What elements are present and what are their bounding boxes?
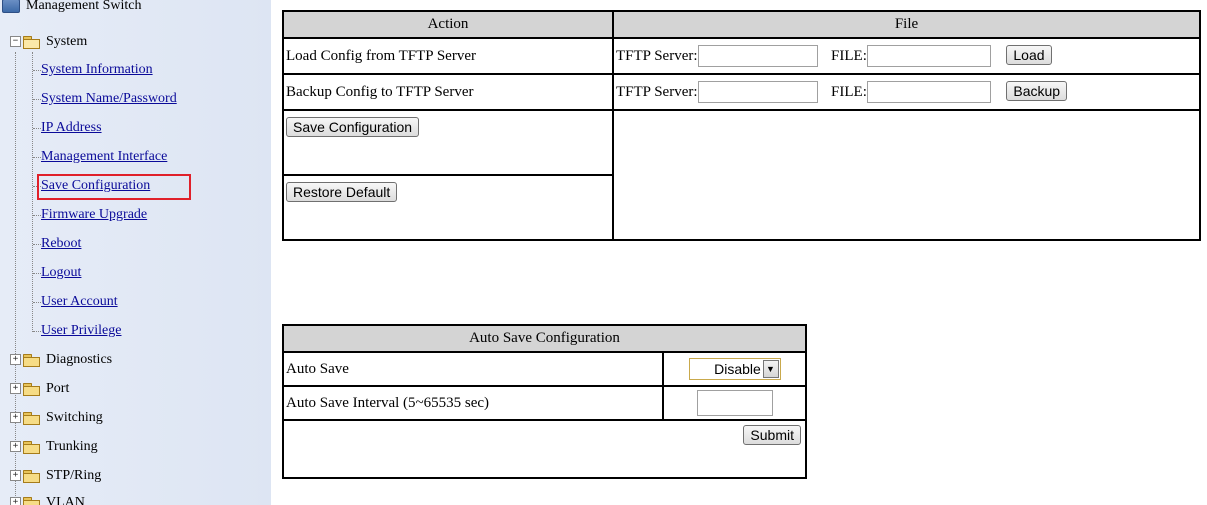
interval-cell (662, 385, 807, 421)
load-button[interactable]: Load (1006, 44, 1052, 65)
link-system-name-password[interactable]: System Name/Password (41, 91, 177, 106)
file-cell: TFTP Server: FILE: Load (612, 37, 1201, 75)
restore-cell: Restore Default (282, 174, 614, 241)
folder-icon (23, 382, 40, 396)
action-label: Load Config from TFTP Server (282, 37, 614, 75)
expand-icon[interactable]: + (10, 470, 21, 482)
sidebar-item-firmware-upgrade[interactable]: Firmware Upgrade (41, 203, 147, 227)
tree-folder-vlan[interactable]: + VLAN (10, 491, 85, 505)
auto-save-selected-value: Disable (714, 361, 761, 377)
load-tftp-server-input[interactable] (697, 45, 818, 68)
folder-icon (23, 496, 40, 505)
tree-folder-trunking[interactable]: + Trunking (10, 435, 98, 459)
config-table: Action File Load Config from TFTP Server… (282, 10, 1201, 241)
tree-branch (33, 244, 41, 245)
collapse-icon[interactable]: − (10, 36, 21, 48)
dropdown-arrow-icon[interactable]: ▼ (762, 360, 779, 378)
auto-save-interval-label: Auto Save Interval (5~65535 sec) (282, 385, 664, 421)
sidebar-item-logout[interactable]: Logout (41, 261, 81, 285)
auto-save-interval-input[interactable] (696, 390, 773, 416)
action-label: Backup Config to TFTP Server (282, 73, 614, 111)
tree-line (15, 52, 16, 500)
auto-save-label: Auto Save (282, 351, 664, 387)
tree-folder-diagnostics[interactable]: + Diagnostics (10, 348, 112, 372)
table-row: Auto Save Interval (5~65535 sec) (282, 385, 807, 421)
management-switch-icon (2, 0, 20, 13)
link-user-account[interactable]: User Account (41, 294, 118, 309)
table-row: Submit (282, 419, 807, 479)
expand-icon[interactable]: + (10, 354, 21, 366)
navigation-tree: Management Switch − System System Informa… (0, 0, 271, 505)
folder-icon (23, 353, 40, 367)
save-cell: Save Configuration (282, 109, 614, 176)
tree-folder-switching[interactable]: + Switching (10, 406, 103, 430)
expand-icon[interactable]: + (10, 497, 21, 505)
tree-branch (33, 157, 41, 158)
table-row: Auto Save Disable ▼ (282, 351, 807, 387)
tree-branch (33, 273, 41, 274)
file-label: FILE: (831, 83, 867, 100)
tree-branch (33, 302, 41, 303)
folder-icon (23, 411, 40, 425)
tree-branch (33, 331, 41, 332)
tree-branch (33, 99, 41, 100)
restore-default-button[interactable]: Restore Default (286, 182, 398, 202)
expand-icon[interactable]: + (10, 441, 21, 453)
tree-folder-port[interactable]: + Port (10, 377, 69, 401)
folder-icon (23, 440, 40, 454)
empty-cell (612, 109, 1201, 241)
link-logout[interactable]: Logout (41, 265, 81, 280)
sidebar-item-user-account[interactable]: User Account (41, 290, 118, 314)
table-row: Save Configuration (282, 109, 1201, 241)
file-cell: TFTP Server: FILE: Backup (612, 73, 1201, 111)
column-header-file: File (612, 10, 1201, 39)
backup-button[interactable]: Backup (1006, 80, 1068, 101)
backup-tftp-server-input[interactable] (697, 81, 818, 104)
auto-save-title: Auto Save Configuration (282, 324, 807, 353)
expand-icon[interactable]: + (10, 383, 21, 395)
sidebar-item-system-information[interactable]: System Information (41, 58, 153, 82)
active-item-highlight (37, 174, 191, 200)
auto-save-table: Auto Save Configuration Auto Save Disabl… (282, 324, 807, 479)
tftp-server-label: TFTP Server: (616, 83, 698, 100)
save-configuration-button[interactable]: Save Configuration (286, 117, 420, 137)
tree-line (32, 52, 33, 332)
tree-branch (33, 70, 41, 71)
folder-open-icon (23, 35, 40, 49)
auto-save-cell: Disable ▼ (662, 351, 807, 387)
link-management-interface[interactable]: Management Interface (41, 149, 167, 164)
link-user-privilege[interactable]: User Privilege (41, 323, 121, 338)
folder-icon (23, 469, 40, 483)
auto-save-select[interactable]: Disable ▼ (688, 358, 781, 380)
link-firmware-upgrade[interactable]: Firmware Upgrade (41, 207, 147, 222)
sidebar-item-system-name-password[interactable]: System Name/Password (41, 87, 177, 111)
link-ip-address[interactable]: IP Address (41, 120, 102, 135)
sidebar-item-reboot[interactable]: Reboot (41, 232, 81, 256)
submit-button[interactable]: Submit (743, 425, 801, 445)
sidebar-item-ip-address[interactable]: IP Address (41, 116, 102, 140)
backup-file-input[interactable] (866, 81, 991, 104)
tree-branch (33, 215, 41, 216)
file-label: FILE: (831, 47, 867, 64)
tree-folder-stp-ring[interactable]: + STP/Ring (10, 464, 101, 488)
table-row: Backup Config to TFTP Server TFTP Server… (282, 73, 1201, 111)
sidebar-item-management-interface[interactable]: Management Interface (41, 145, 167, 169)
table-row: Load Config from TFTP Server TFTP Server… (282, 37, 1201, 75)
column-header-action: Action (282, 10, 614, 39)
expand-icon[interactable]: + (10, 412, 21, 424)
submit-cell: Submit (282, 419, 807, 479)
tftp-server-label: TFTP Server: (616, 47, 698, 64)
link-system-information[interactable]: System Information (41, 62, 153, 77)
link-reboot[interactable]: Reboot (41, 236, 81, 251)
load-file-input[interactable] (866, 45, 991, 68)
sidebar-item-user-privilege[interactable]: User Privilege (41, 319, 121, 343)
tree-branch (33, 128, 41, 129)
tree-root[interactable]: Management Switch (2, 0, 141, 18)
tree-folder-system[interactable]: − System (10, 30, 87, 54)
